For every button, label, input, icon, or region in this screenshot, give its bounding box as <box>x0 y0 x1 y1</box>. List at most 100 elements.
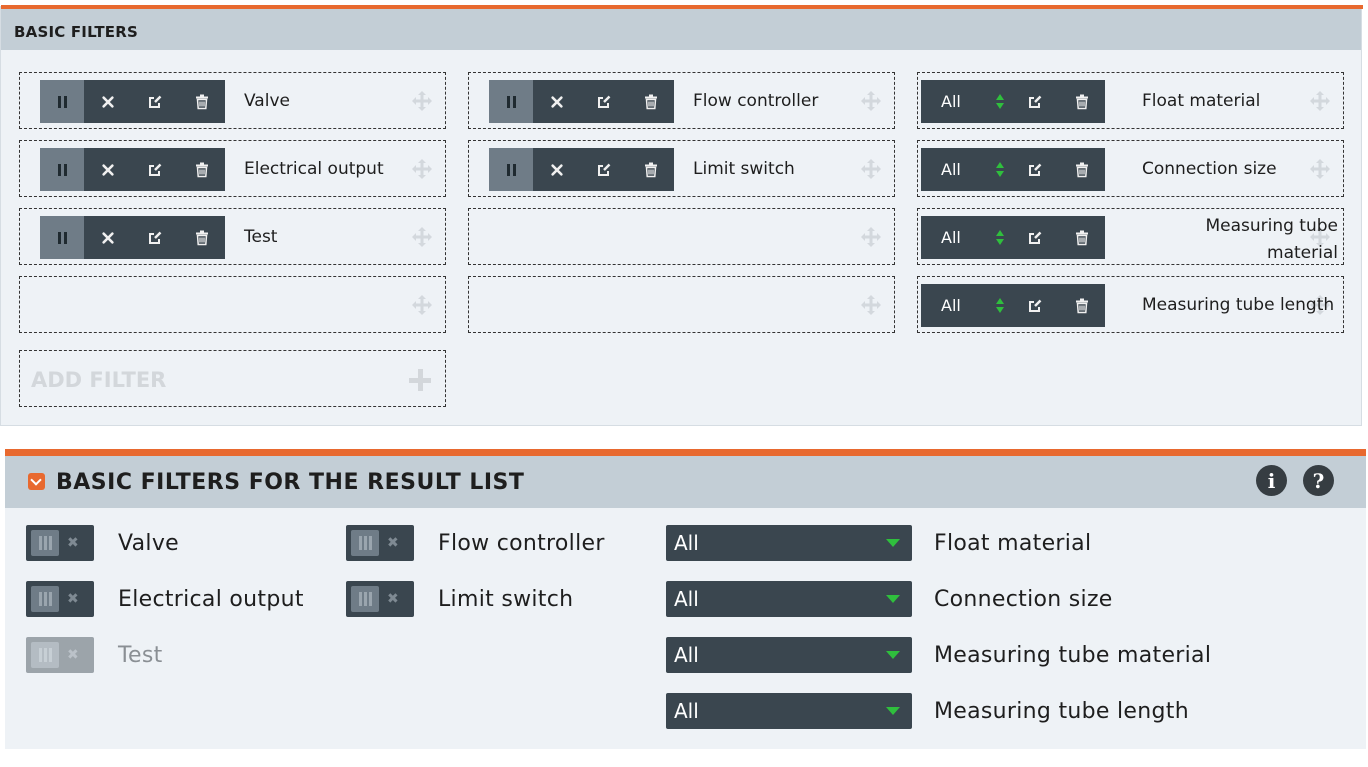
move-icon[interactable] <box>860 90 882 112</box>
help-icon[interactable]: ? <box>1303 465 1334 496</box>
filter-toolbar: All <box>921 80 1105 123</box>
select-label: Measuring tube material <box>934 643 1212 668</box>
filter-slot[interactable]: All Connection size <box>917 140 1344 197</box>
filter-label: Float material <box>1142 91 1261 111</box>
select-value: All <box>674 699 699 723</box>
move-icon[interactable] <box>411 90 433 112</box>
filter-slot[interactable]: Electrical output <box>19 140 446 197</box>
trash-icon[interactable] <box>178 148 225 191</box>
move-icon[interactable] <box>860 158 882 180</box>
trash-icon[interactable] <box>627 80 674 123</box>
trash-icon[interactable] <box>1058 80 1105 123</box>
edit-icon[interactable] <box>1011 216 1058 259</box>
dropdown-arrow-icon <box>886 539 900 547</box>
filter-label: Measuring tube material <box>1205 216 1338 263</box>
edit-icon[interactable] <box>131 216 178 259</box>
x-icon[interactable] <box>533 148 580 191</box>
toggle-knob <box>31 530 59 556</box>
toggle-knob <box>31 642 59 668</box>
move-icon[interactable] <box>411 158 433 180</box>
edit-icon[interactable] <box>580 80 627 123</box>
pause-icon[interactable] <box>40 216 84 259</box>
empty-filter-slot[interactable] <box>468 276 895 333</box>
result-header: BASIC FILTERS FOR THE RESULT LIST i ? <box>5 456 1366 508</box>
chevron-down-icon[interactable] <box>28 473 45 490</box>
pause-icon[interactable] <box>40 80 84 123</box>
filter-toolbar: All <box>921 284 1105 327</box>
updown-icon[interactable] <box>991 148 1011 191</box>
filter-toolbar <box>489 148 674 191</box>
move-icon[interactable] <box>411 226 433 248</box>
pause-icon[interactable] <box>489 148 533 191</box>
x-icon[interactable] <box>84 80 131 123</box>
accent-line <box>5 449 1366 456</box>
select-value: All <box>941 92 961 111</box>
updown-icon[interactable] <box>991 216 1011 259</box>
move-icon[interactable] <box>411 294 433 316</box>
edit-icon[interactable] <box>1011 284 1058 327</box>
edit-icon[interactable] <box>1011 148 1058 191</box>
result-filters-panel: BASIC FILTERS FOR THE RESULT LIST i ? ✖ … <box>5 449 1366 749</box>
filter-toolbar <box>40 80 225 123</box>
move-icon[interactable] <box>1309 158 1331 180</box>
x-icon[interactable] <box>84 216 131 259</box>
value-select[interactable]: All <box>921 148 991 191</box>
filter-editor-panel: BASIC FILTERS Valve Electrical output Te <box>0 5 1363 426</box>
filter-select[interactable]: All <box>666 693 912 729</box>
updown-icon[interactable] <box>991 284 1011 327</box>
filter-select[interactable]: All <box>666 525 912 561</box>
filter-label: Electrical output <box>244 159 384 179</box>
empty-filter-slot[interactable] <box>468 208 895 265</box>
add-filter-button[interactable]: ADD FILTER <box>19 350 446 407</box>
dropdown-arrow-icon <box>886 651 900 659</box>
x-icon[interactable] <box>533 80 580 123</box>
filter-slot[interactable]: All Measuring tube material <box>917 208 1344 265</box>
edit-icon[interactable] <box>131 80 178 123</box>
filter-slot[interactable]: All Measuring tube length <box>917 276 1344 333</box>
move-icon[interactable] <box>860 294 882 316</box>
pause-icon[interactable] <box>40 148 84 191</box>
trash-icon[interactable] <box>178 80 225 123</box>
edit-icon[interactable] <box>1011 80 1058 123</box>
move-icon[interactable] <box>1309 90 1331 112</box>
filter-label: Limit switch <box>693 159 795 179</box>
filter-select[interactable]: All <box>666 637 912 673</box>
trash-icon[interactable] <box>627 148 674 191</box>
updown-icon[interactable] <box>991 80 1011 123</box>
filter-select[interactable]: All <box>666 581 912 617</box>
filter-toggle[interactable]: ✖ <box>26 525 94 561</box>
trash-icon[interactable] <box>1058 216 1105 259</box>
filter-slot[interactable]: Valve <box>19 72 446 129</box>
value-select[interactable]: All <box>921 284 991 327</box>
move-icon[interactable] <box>860 226 882 248</box>
filter-slot[interactable]: Limit switch <box>468 140 895 197</box>
pause-icon[interactable] <box>489 80 533 123</box>
filter-toggle[interactable]: ✖ <box>26 637 94 673</box>
value-select[interactable]: All <box>921 80 991 123</box>
filter-slot[interactable]: All Float material <box>917 72 1344 129</box>
select-value: All <box>674 643 699 667</box>
info-icon[interactable]: i <box>1256 465 1287 496</box>
select-value: All <box>941 296 961 315</box>
edit-icon[interactable] <box>580 148 627 191</box>
toggle-label: Test <box>118 643 163 668</box>
filter-slot[interactable]: Flow controller <box>468 72 895 129</box>
empty-filter-slot[interactable] <box>19 276 446 333</box>
select-value: All <box>674 587 699 611</box>
x-icon[interactable] <box>84 148 131 191</box>
edit-icon[interactable] <box>131 148 178 191</box>
x-icon: ✖ <box>387 535 399 551</box>
filter-toggle[interactable]: ✖ <box>346 525 414 561</box>
trash-icon[interactable] <box>1058 284 1105 327</box>
trash-icon[interactable] <box>178 216 225 259</box>
filter-toggle[interactable]: ✖ <box>26 581 94 617</box>
dropdown-arrow-icon <box>886 707 900 715</box>
toggle-label: Flow controller <box>438 531 605 556</box>
trash-icon[interactable] <box>1058 148 1105 191</box>
value-select[interactable]: All <box>921 216 991 259</box>
select-label: Connection size <box>934 587 1113 612</box>
toggle-knob <box>31 586 59 612</box>
filter-toggle[interactable]: ✖ <box>346 581 414 617</box>
filter-toolbar: All <box>921 216 1105 259</box>
filter-slot[interactable]: Test <box>19 208 446 265</box>
